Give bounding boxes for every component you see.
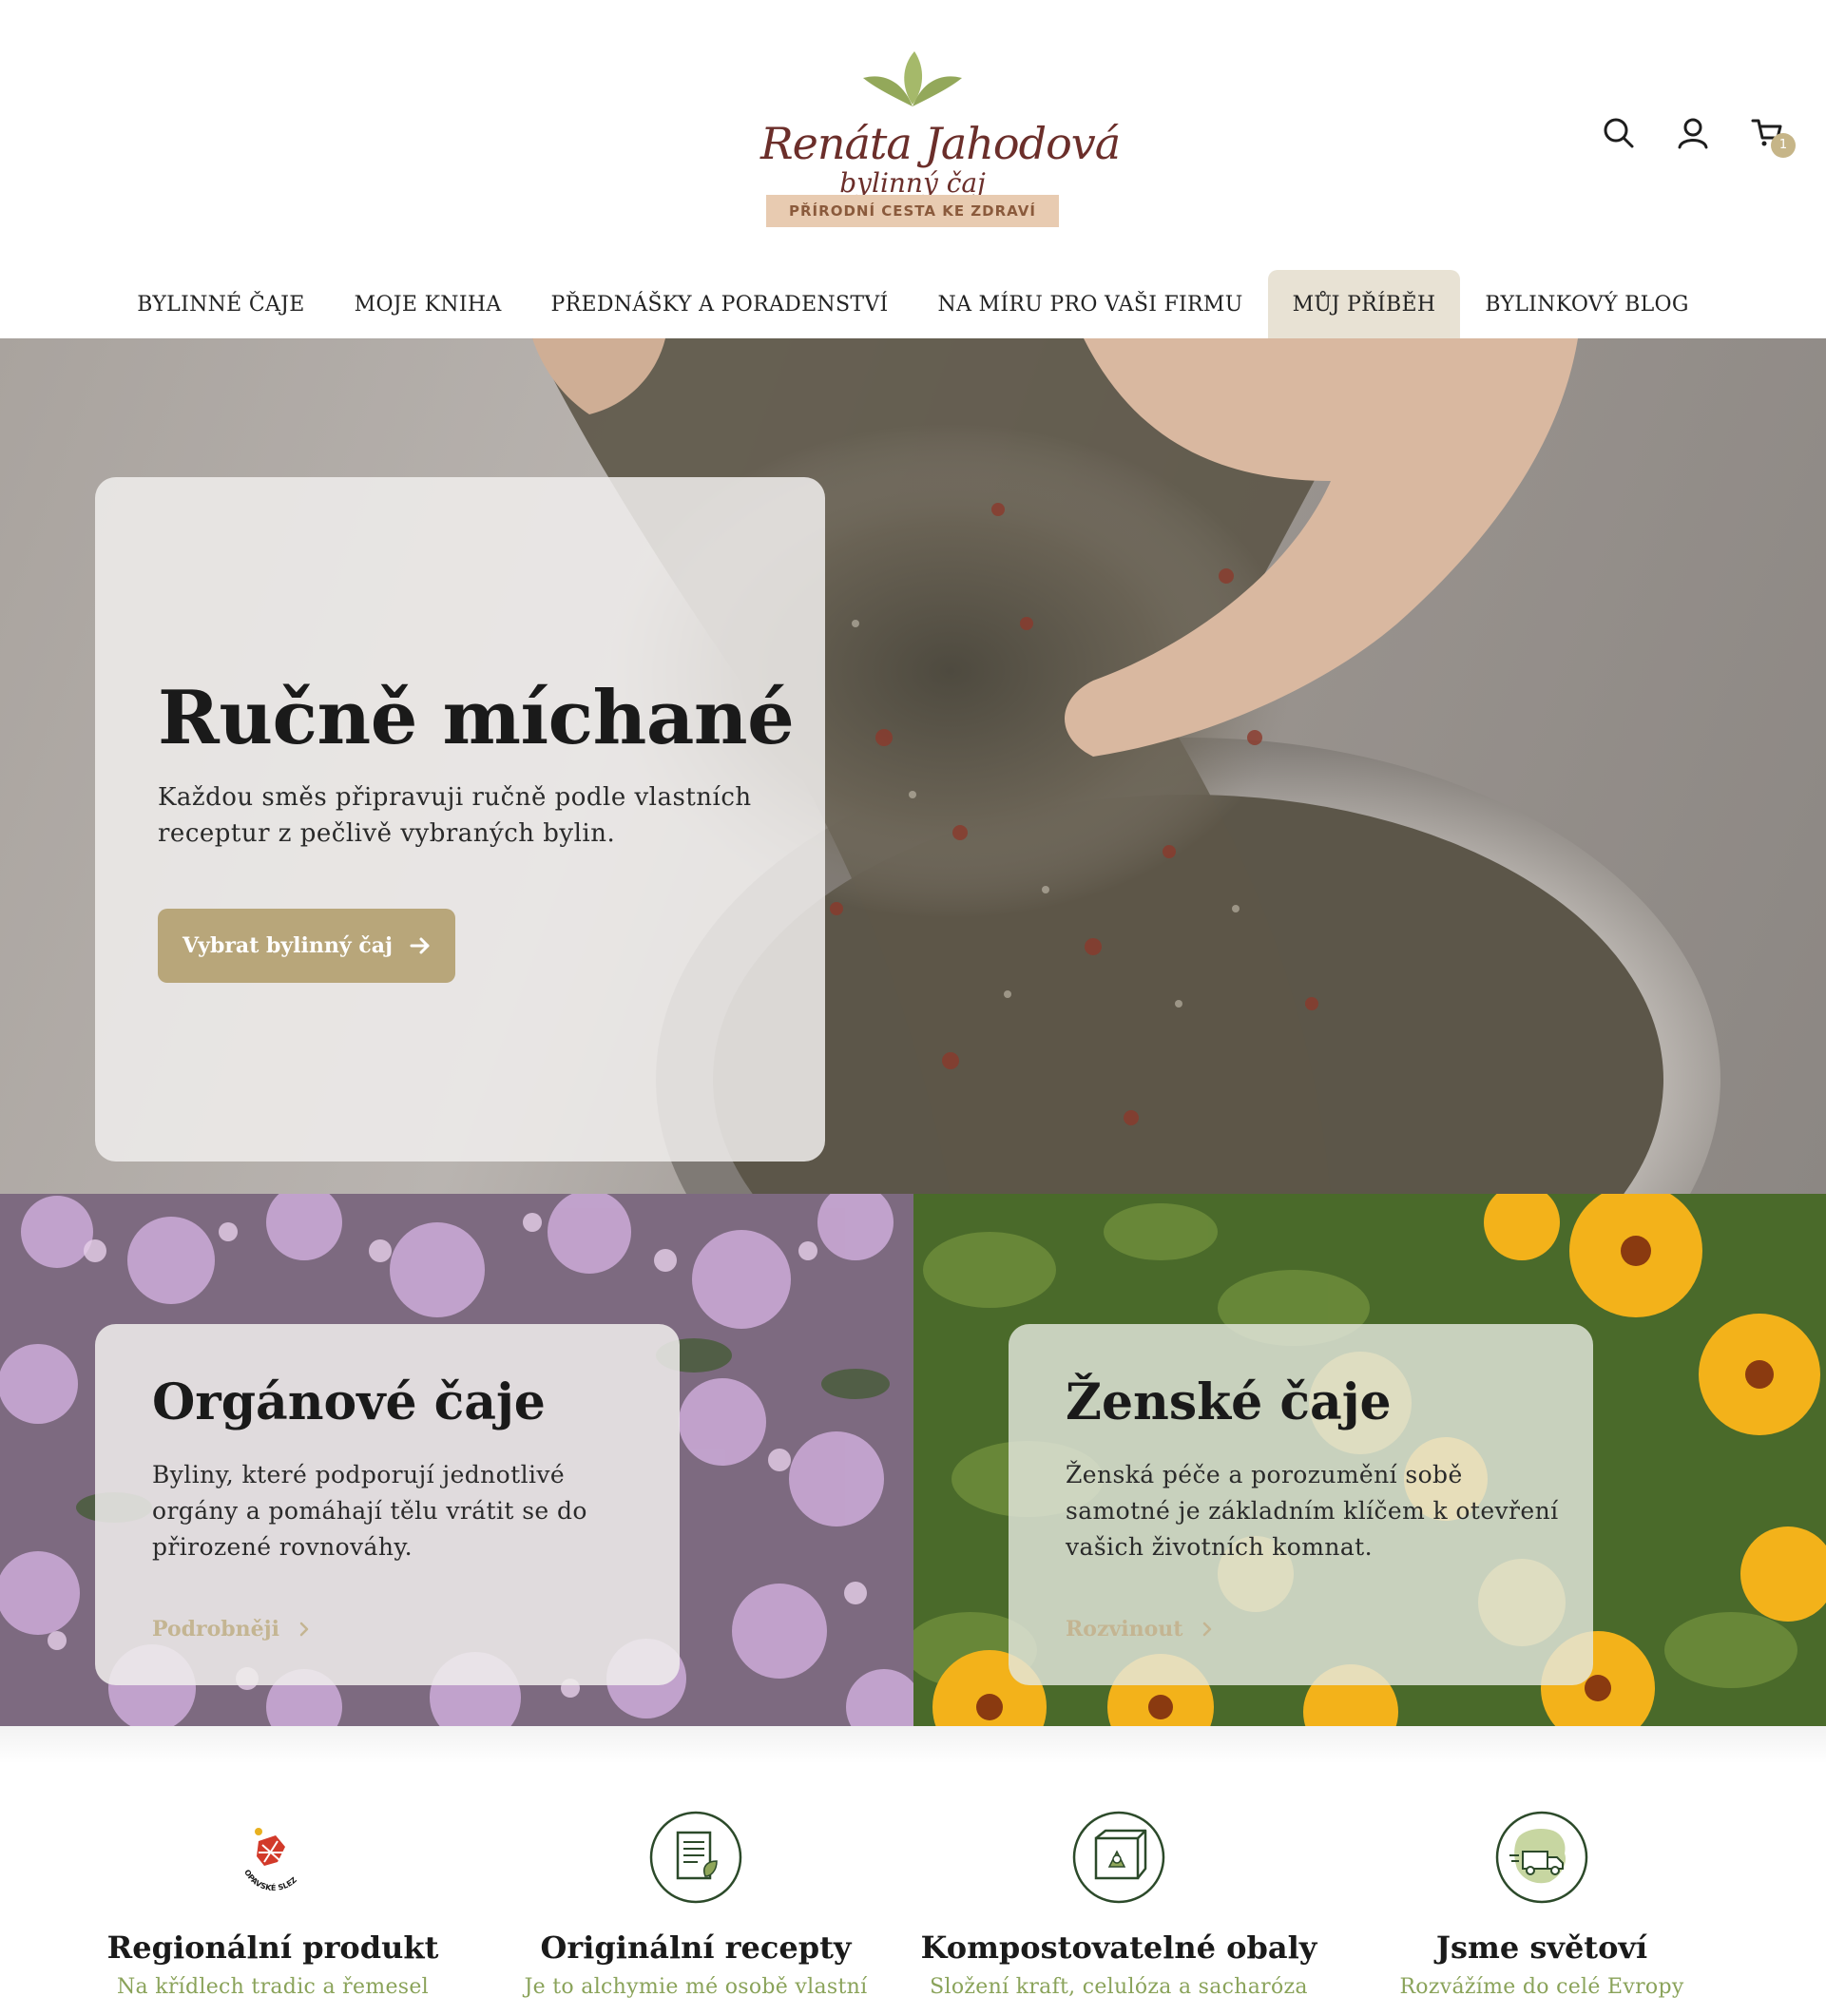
organ-teas-description: Byliny, které podporují jednotlivé orgán… [152, 1461, 587, 1561]
user-icon [1678, 118, 1708, 149]
feature-recipes: Originální recepty Je to alchymie mé oso… [496, 1810, 895, 1999]
compostable-box-icon [1071, 1810, 1166, 1905]
section-shadow [0, 1726, 1826, 1764]
features-strip: OPAVSKÉ SLEZSKO Regionální produkt Na kř… [0, 1726, 1826, 2016]
womens-teas-link[interactable]: Rozvinout [1066, 1617, 1215, 1642]
nav-item-blog[interactable]: BYLINKOVÝ BLOG [1460, 270, 1713, 338]
feature-compostable-subtitle: Složení kraft, celulóza a sacharóza [930, 1975, 1308, 1999]
feature-regional-subtitle: Na křídlech tradic a řemesel [116, 1975, 430, 1999]
feature-regional-title: Regionální produkt [106, 1930, 439, 1966]
brand-name: Renáta Jahodová [760, 118, 1121, 169]
nav-item-herbal-teas[interactable]: BYLINNÉ ČAJE [112, 270, 329, 338]
hero-title: Ručně míchané [158, 675, 795, 761]
cart-button[interactable]: 1 [1746, 112, 1796, 158]
feature-worldwide: Jsme světoví Rozvážíme do celé Evropy [1342, 1810, 1741, 1999]
feature-recipes-title: Originální recepty [540, 1930, 852, 1966]
womens-teas-title: Ženské čaje [1066, 1373, 1392, 1431]
organ-teas-tile: Orgánové čaje Byliny, které podporují je… [0, 1194, 913, 1726]
search-button[interactable] [1598, 112, 1640, 154]
nav-item-for-companies[interactable]: NA MÍRU PRO VAŠI FIRMU [913, 270, 1268, 338]
hero-description: Každou směs připravuji ručně podle vlast… [158, 783, 752, 848]
search-icon [1604, 118, 1634, 148]
organ-teas-title: Orgánové čaje [152, 1373, 546, 1431]
womens-teas-description: Ženská péče a porozumění sobě samotné je… [1066, 1461, 1559, 1561]
organ-teas-card: Orgánové čaje Byliny, které podporují je… [95, 1324, 680, 1685]
womens-teas-link-label: Rozvinout [1066, 1617, 1183, 1642]
header-actions: 1 [1598, 112, 1826, 160]
delivery-truck-europe-icon [1494, 1810, 1589, 1905]
arrow-right-icon [410, 937, 430, 954]
account-button[interactable] [1672, 112, 1714, 154]
nav-item-lectures[interactable]: PŘEDNÁŠKY A PORADENSTVÍ [527, 270, 913, 338]
choose-tea-button[interactable]: Vybrat bylinný čaj [158, 909, 455, 983]
brand-logo[interactable]: Renáta Jahodová bylinný čaj PŘÍRODNÍ CES… [760, 49, 1121, 230]
womens-teas-card: Ženské čaje Ženská péče a porozumění sob… [1009, 1324, 1593, 1685]
chevron-right-icon [299, 1622, 309, 1637]
feature-recipes-subtitle: Je to alchymie mé osobě vlastní [524, 1975, 868, 1999]
feature-compostable-title: Kompostovatelné obaly [920, 1930, 1317, 1966]
feature-worldwide-title: Jsme světoví [1435, 1930, 1648, 1966]
brand-tagline: PŘÍRODNÍ CESTA KE ZDRAVÍ [766, 195, 1059, 227]
hero-card: Ručně míchané Každou směs připravuji ruč… [95, 477, 825, 1162]
feature-compostable: Kompostovatelné obaly Složení kraft, cel… [919, 1810, 1318, 1999]
feature-regional: OPAVSKÉ SLEZSKO Regionální produkt Na kř… [73, 1810, 472, 1999]
main-navigation: BYLINNÉ ČAJE MOJE KNIHA PŘEDNÁŠKY A PORA… [0, 270, 1826, 338]
nav-item-my-book[interactable]: MOJE KNIHA [330, 270, 527, 338]
womens-teas-tile: Ženské čaje Ženská péče a porozumění sob… [913, 1194, 1826, 1726]
feature-worldwide-subtitle: Rozvážíme do celé Evropy [1399, 1975, 1684, 1999]
nav-item-my-story[interactable]: MŮJ PŘÍBĚH [1267, 270, 1461, 338]
hero-banner: Ručně míchané Každou směs připravuji ruč… [0, 338, 1826, 1194]
cart-count-badge: 1 [1771, 133, 1796, 158]
regional-seal-icon: OPAVSKÉ SLEZSKO [225, 1810, 320, 1905]
choose-tea-button-label: Vybrat bylinný čaj [183, 933, 393, 958]
recipe-document-icon [648, 1810, 743, 1905]
organ-teas-link[interactable]: Podrobněji [152, 1617, 312, 1642]
site-header: Renáta Jahodová bylinný čaj PŘÍRODNÍ CES… [0, 0, 1826, 338]
leaves-icon [863, 51, 962, 106]
chevron-right-icon [1203, 1622, 1212, 1637]
organ-teas-link-label: Podrobněji [152, 1617, 279, 1642]
